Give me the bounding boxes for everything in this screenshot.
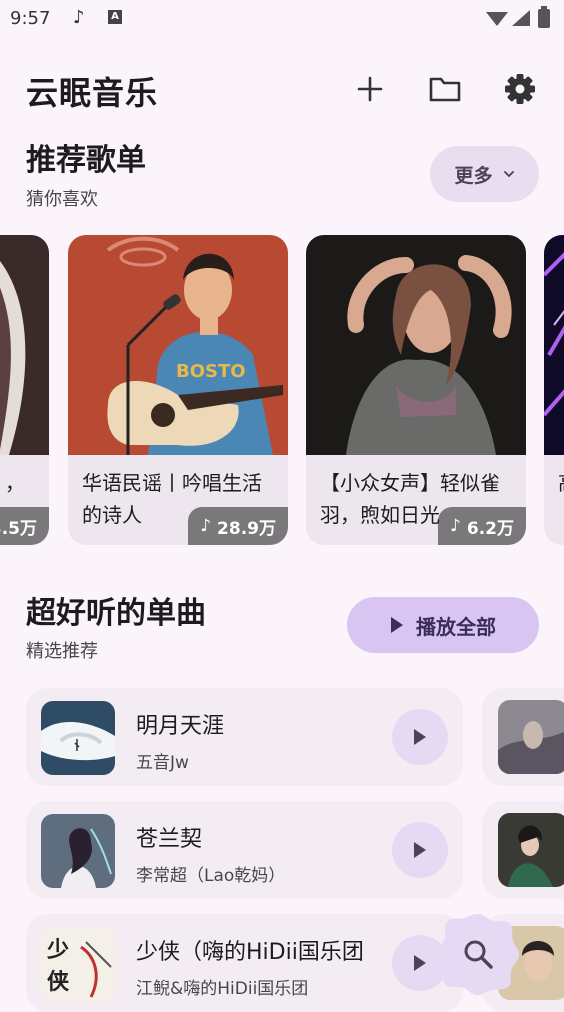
- search-fab[interactable]: [436, 912, 520, 996]
- singles-subtitle: 精选推荐: [26, 641, 98, 662]
- play-icon: [414, 842, 426, 858]
- play-icon: [414, 955, 426, 971]
- playlist-cover: [544, 235, 564, 455]
- playlist-carousel[interactable]: ♪ 3.5万 ， BOSTO: [0, 235, 564, 545]
- song-title: 明月天涯: [136, 714, 225, 739]
- song-artist: 五音Jw: [136, 753, 189, 773]
- status-bar: 9:57 ♪ A: [0, 0, 564, 38]
- play-all-button[interactable]: 播放全部: [347, 597, 539, 653]
- song-play-button[interactable]: [392, 709, 448, 765]
- playlist-title: 【小众女声】轻似雀羽，煦如日光: [320, 471, 500, 527]
- song-item[interactable]: 明月天涯 五音Jw: [26, 688, 463, 786]
- svg-text:侠: 侠: [47, 969, 70, 995]
- music-notification-icon: ♪: [73, 7, 85, 28]
- playlist-card[interactable]: ♪ 3.5万 ，: [0, 235, 49, 545]
- status-icons: [486, 6, 550, 28]
- search-icon: [464, 940, 493, 969]
- song-cover: 少 侠: [41, 927, 115, 1001]
- playlist-card[interactable]: 高超: [544, 235, 564, 545]
- song-play-button[interactable]: [392, 822, 448, 878]
- song-item[interactable]: 少 侠 少侠（嗨的HiDii国乐团 江鲵&嗨的HiDii国乐团: [26, 914, 463, 1012]
- play-icon: [391, 617, 403, 633]
- song-item-next-column[interactable]: [482, 801, 564, 899]
- playlist-cover: BOSTO: [68, 235, 288, 455]
- song-artist: 李常超（Lao乾妈）: [136, 866, 286, 886]
- song-cover: [41, 701, 115, 775]
- playlist-cover: [306, 235, 526, 455]
- settings-icon: [505, 74, 535, 104]
- add-icon: [357, 76, 383, 102]
- song-title: 苍兰契: [136, 827, 203, 852]
- playlist-card[interactable]: BOSTO ♪ 28.9万 华语民谣丨吟唱生活的诗人: [68, 235, 288, 545]
- play-all-label: 播放全部: [416, 614, 496, 639]
- song-title: 少侠（嗨的HiDii国乐团: [136, 940, 364, 965]
- playlist-title: 高超: [558, 467, 564, 499]
- a-notification-icon: A: [108, 10, 122, 24]
- settings-button[interactable]: [498, 67, 542, 111]
- song-item[interactable]: 苍兰契 李常超（Lao乾妈）: [26, 801, 463, 899]
- play-icon: [414, 729, 426, 745]
- more-button[interactable]: 更多: [430, 146, 539, 202]
- song-cover: [41, 814, 115, 888]
- more-label: 更多: [454, 164, 493, 187]
- recommended-title: 推荐歌单: [26, 143, 146, 178]
- playlist-title: 华语民谣丨吟唱生活的诗人: [82, 471, 262, 527]
- play-count: ♪ 3.5万: [0, 507, 49, 545]
- song-cover: [498, 813, 564, 887]
- recommended-subtitle: 猜你喜欢: [26, 189, 98, 210]
- app-title: 云眠音乐: [26, 74, 159, 112]
- status-time: 9:57: [10, 8, 51, 29]
- folder-button[interactable]: [423, 67, 467, 111]
- song-artist: 江鲵&嗨的HiDii国乐团: [136, 979, 309, 999]
- playlist-cover: [0, 235, 49, 455]
- playlist-title: ，: [5, 471, 25, 495]
- folder-icon: [429, 77, 461, 102]
- chevron-down-icon: [503, 171, 514, 178]
- song-item-next-column[interactable]: [482, 688, 564, 786]
- svg-text:少: 少: [46, 937, 69, 963]
- song-cover: [498, 700, 564, 774]
- singles-title: 超好听的单曲: [26, 596, 206, 631]
- add-button[interactable]: [348, 67, 392, 111]
- playlist-card[interactable]: ♪ 6.2万 【小众女声】轻似雀羽，煦如日光: [306, 235, 526, 545]
- svg-text:BOSTO: BOSTO: [176, 361, 246, 382]
